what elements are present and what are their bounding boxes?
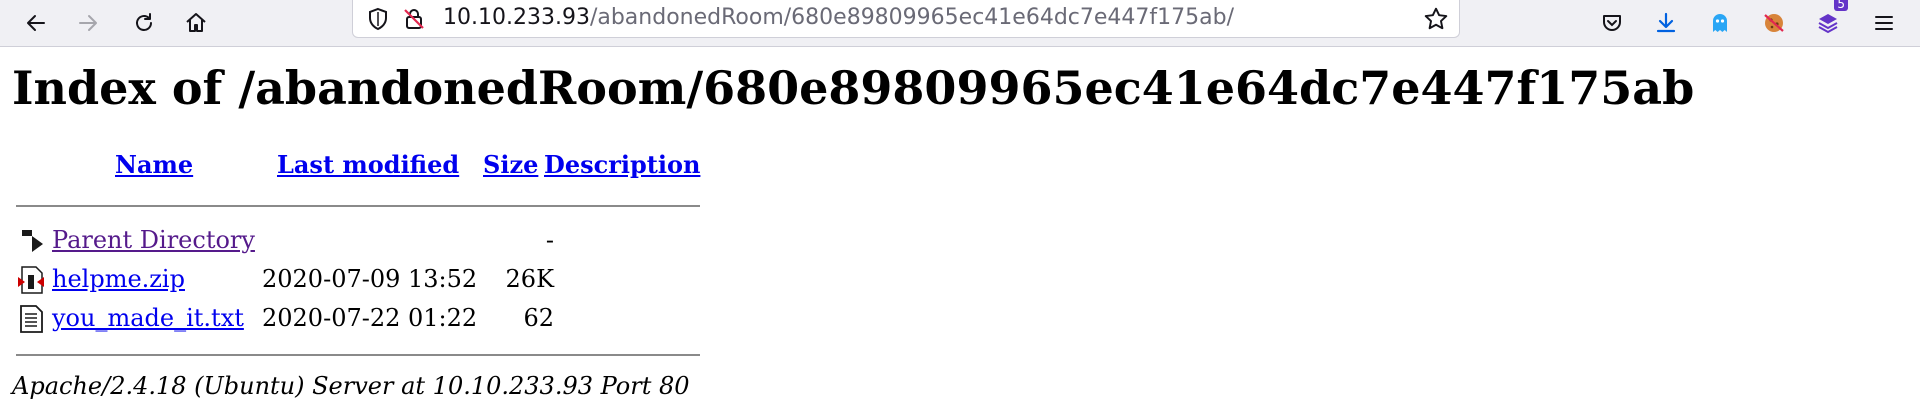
list-item: helpme.zip 2020-07-09 13:52 26K <box>16 263 700 299</box>
url-text[interactable]: 10.10.233.93/abandonedRoom/680e89809965e… <box>443 4 1234 32</box>
list-item: Parent Directory - <box>16 224 700 260</box>
sort-by-size-link[interactable]: Size <box>483 150 538 179</box>
arrow-right-icon <box>79 15 97 31</box>
insecure-lock-icon[interactable] <box>401 6 427 32</box>
extension-stack-icon <box>1818 14 1838 34</box>
ghost-extension-icon <box>1713 14 1727 32</box>
download-icon <box>1656 12 1676 33</box>
shield-icon[interactable] <box>365 6 391 32</box>
extension-badge: 5 <box>1834 0 1848 11</box>
cookie-extension-button[interactable] <box>1756 5 1792 41</box>
url-path: /abandonedRoom/680e89809965ec41e64dc7e44… <box>589 5 1235 30</box>
arrow-left-icon <box>27 15 45 31</box>
url-host: 10.10.233.93 <box>443 5 590 30</box>
star-icon[interactable] <box>1423 6 1449 32</box>
browser-toolbar: 10.10.233.93/abandonedRoom/680e89809965e… <box>0 0 1920 47</box>
back-button[interactable] <box>18 5 54 41</box>
pocket-button[interactable] <box>1594 5 1630 41</box>
parent-directory-icon <box>19 230 43 252</box>
divider <box>16 354 700 356</box>
file-link-you-made-it-txt[interactable]: you_made_it.txt <box>52 302 244 334</box>
sort-by-description-link[interactable]: Description <box>544 150 700 179</box>
page-title: Index of /abandonedRoom/680e89809965ec41… <box>12 61 1695 115</box>
parent-directory-link[interactable]: Parent Directory <box>52 224 255 256</box>
pocket-icon <box>1603 15 1621 31</box>
sort-by-name-link[interactable]: Name <box>115 150 193 179</box>
divider <box>16 205 700 207</box>
cookie-extension-icon <box>1764 14 1784 32</box>
list-item: you_made_it.txt 2020-07-22 01:22 62 <box>16 302 700 338</box>
ghost-extension-button[interactable] <box>1702 5 1738 41</box>
address-bar[interactable]: 10.10.233.93/abandonedRoom/680e89809965e… <box>352 0 1460 38</box>
reload-icon <box>136 13 152 31</box>
compressed-file-icon <box>18 266 44 294</box>
file-size: 26K <box>505 265 554 293</box>
home-icon <box>186 13 206 32</box>
forward-button[interactable] <box>70 5 106 41</box>
file-modified: 2020-07-09 13:52 <box>262 265 478 293</box>
reload-button[interactable] <box>126 5 162 41</box>
text-file-icon <box>20 305 43 333</box>
menu-button[interactable] <box>1866 5 1902 41</box>
hamburger-menu-icon <box>1875 16 1893 30</box>
downloads-button[interactable] <box>1648 5 1684 41</box>
file-size: - <box>545 226 554 254</box>
file-size: 62 <box>523 304 554 332</box>
file-modified: 2020-07-22 01:22 <box>262 304 478 332</box>
sort-by-last-modified-link[interactable]: Last modified <box>277 150 459 179</box>
extension-stack-button[interactable]: 5 <box>1810 0 1848 41</box>
home-button[interactable] <box>178 5 214 41</box>
file-link-helpme-zip[interactable]: helpme.zip <box>52 263 185 295</box>
server-signature: Apache/2.4.18 (Ubuntu) Server at 10.10.2… <box>12 372 690 400</box>
